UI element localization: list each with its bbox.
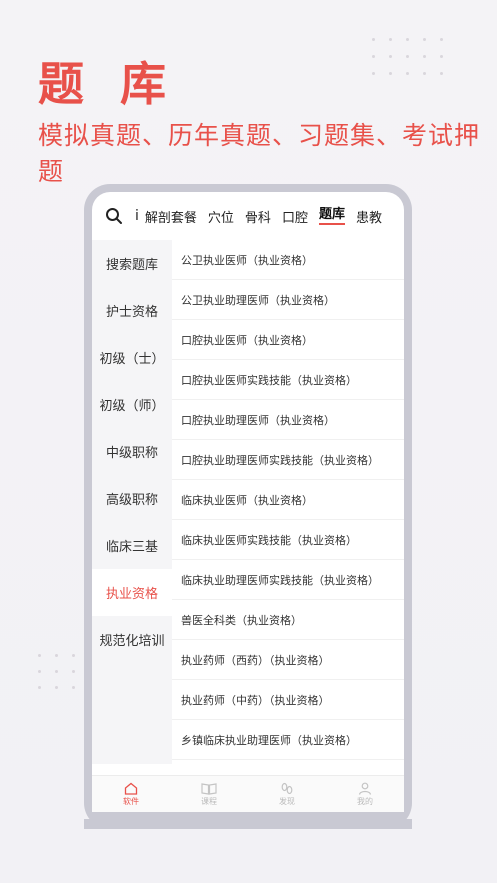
sidebar-item-practice-qualification[interactable]: 执业资格 xyxy=(92,569,172,616)
tab-stomatology[interactable]: 口腔 xyxy=(282,207,308,226)
sidebar-item-intermediate-title[interactable]: 中级职称 xyxy=(92,428,172,475)
tabbar-discover[interactable]: 发现 xyxy=(248,776,326,812)
list-item[interactable]: 口腔执业助理医师实践技能（执业资格） xyxy=(172,440,404,480)
sidebar-item-junior-shi[interactable]: 初级（士） xyxy=(92,334,172,381)
list-item[interactable]: 口腔执业医师实践技能（执业资格） xyxy=(172,360,404,400)
tabbar-mine[interactable]: 我的 xyxy=(326,776,404,812)
tabbar-label: 课程 xyxy=(201,797,217,806)
tabbar-label: 我的 xyxy=(357,797,373,806)
tabbar-label: 发现 xyxy=(279,797,295,806)
tab-orthopedics[interactable]: 骨科 xyxy=(245,207,271,226)
tab-question-bank[interactable]: 题库 xyxy=(318,207,345,225)
promo-title: 题 库 xyxy=(38,57,177,111)
tabbar-course[interactable]: 课程 xyxy=(170,776,248,812)
home-icon xyxy=(124,782,138,795)
tab-info[interactable]: i xyxy=(135,208,139,224)
app-screen: i 解剖套餐 穴位 骨科 口腔 题库 患教 搜索题库 护士资格 初级（士） 初级… xyxy=(92,192,404,812)
list-item[interactable]: 公卫执业医师（执业资格） xyxy=(172,240,404,280)
list-item[interactable]: 乡镇临床执业助理医师（执业资格） xyxy=(172,720,404,760)
bottom-tabbar: 软件 课程 发现 我的 xyxy=(92,775,404,812)
system-nav-bar xyxy=(84,819,412,829)
list-item[interactable]: 临床执业医师实践技能（执业资格） xyxy=(172,520,404,560)
sidebar-item-nurse-qualification[interactable]: 护士资格 xyxy=(92,287,172,334)
list-item[interactable]: 兽医全科类（执业资格） xyxy=(172,600,404,640)
person-icon xyxy=(358,782,372,795)
decorative-dots-left xyxy=(38,654,75,689)
footprint-icon xyxy=(281,782,293,795)
list-item[interactable]: 临床执业医师（执业资格） xyxy=(172,480,404,520)
tab-patient-education[interactable]: 患教 xyxy=(356,207,382,226)
list-item[interactable]: 公卫执业助理医师（执业资格） xyxy=(172,280,404,320)
tab-acupoint[interactable]: 穴位 xyxy=(208,207,234,226)
tabbar-software[interactable]: 软件 xyxy=(92,776,170,812)
exam-list: 公卫执业医师（执业资格） 公卫执业助理医师（执业资格） 口腔执业医师（执业资格）… xyxy=(172,240,404,760)
sidebar-item-search-bank[interactable]: 搜索题库 xyxy=(92,240,172,287)
list-item[interactable]: 临床执业助理医师实践技能（执业资格） xyxy=(172,560,404,600)
sidebar-item-standardized-training[interactable]: 规范化培训 xyxy=(92,616,172,663)
decorative-dots-top xyxy=(372,38,443,75)
promo-subtitle: 模拟真题、历年真题、习题集、考试押题 xyxy=(38,121,481,186)
list-item[interactable]: 执业药师（西药）（执业资格） xyxy=(172,640,404,680)
tab-anatomy-package[interactable]: 解剖套餐 xyxy=(145,207,197,226)
search-icon[interactable] xyxy=(105,207,123,225)
list-item[interactable]: 口腔执业助理医师（执业资格） xyxy=(172,400,404,440)
tabbar-label: 软件 xyxy=(123,797,139,806)
book-icon xyxy=(201,783,217,795)
phone-frame: i 解剖套餐 穴位 骨科 口腔 题库 患教 搜索题库 护士资格 初级（士） 初级… xyxy=(84,184,412,829)
category-sidebar: 搜索题库 护士资格 初级（士） 初级（师） 中级职称 高级职称 临床三基 执业资… xyxy=(92,240,172,764)
sidebar-item-clinical-three-basics[interactable]: 临床三基 xyxy=(92,522,172,569)
category-tabs: i 解剖套餐 穴位 骨科 口腔 题库 患教 xyxy=(92,192,404,240)
sidebar-item-junior-practitioner[interactable]: 初级（师） xyxy=(92,381,172,428)
sidebar-item-senior-title[interactable]: 高级职称 xyxy=(92,475,172,522)
list-item[interactable]: 口腔执业医师（执业资格） xyxy=(172,320,404,360)
list-item[interactable]: 执业药师（中药）（执业资格） xyxy=(172,680,404,720)
